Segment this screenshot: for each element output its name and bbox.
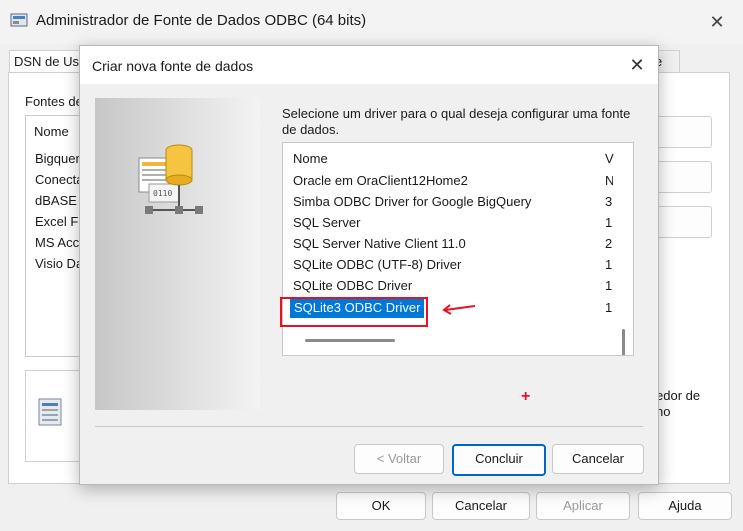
info-text-line1: edor de	[656, 388, 701, 403]
data-sources-label: Fontes de	[25, 94, 83, 109]
driver-row-version: 1	[605, 278, 613, 293]
driver-row-version: 1	[605, 257, 613, 272]
cancel-button[interactable]: Cancelar	[432, 492, 530, 520]
driver-row-version: 3	[605, 194, 613, 209]
dialog-titlebar: Criar nova fonte de dados ✕	[80, 46, 658, 84]
red-arrow-icon	[442, 304, 476, 315]
dialog-cancel-button[interactable]: Cancelar	[552, 444, 644, 474]
add-button[interactable]	[652, 116, 712, 148]
info-box	[25, 370, 87, 462]
remove-button[interactable]	[652, 161, 712, 193]
driver-row-name[interactable]: SQLite ODBC (UTF-8) Driver	[293, 255, 461, 275]
main-titlebar: Administrador de Fonte de Dados ODBC (64…	[0, 0, 743, 44]
driver-row-version: N	[605, 171, 613, 191]
database-driver-icon: 0110	[138, 144, 203, 214]
tab-user-dsn-label: DSN de Us	[14, 54, 80, 69]
dialog-divider	[95, 426, 643, 427]
ok-button[interactable]: OK	[336, 492, 426, 520]
create-data-source-dialog: Criar nova fonte de dados ✕ 0110 Selecio…	[79, 45, 659, 485]
configure-button[interactable]	[652, 206, 712, 238]
tab-user-dsn[interactable]: DSN de Us	[9, 50, 89, 73]
main-window-title: Administrador de Fonte de Dados ODBC (64…	[36, 12, 367, 29]
cursor-plus-mark: +	[521, 388, 531, 405]
svg-text:0110: 0110	[153, 189, 172, 198]
selection-highlight-box	[280, 297, 428, 327]
driver-row-version: 1	[605, 215, 613, 230]
list-item[interactable]: Conecta	[35, 172, 83, 187]
main-close-icon[interactable]: ✕	[704, 10, 730, 34]
back-button: < Voltar	[354, 444, 444, 474]
list-item[interactable]: Bigquer	[35, 151, 80, 166]
driver-row-name[interactable]: Oracle em OraClient12Home2	[293, 171, 468, 191]
vertical-scrollbar[interactable]	[622, 329, 625, 355]
odbc-app-icon	[10, 13, 28, 27]
list-item[interactable]: Visio Da	[35, 256, 83, 271]
list-item[interactable]: dBASE	[35, 193, 77, 208]
wizard-side-panel: 0110	[95, 98, 260, 410]
horizontal-scrollbar[interactable]	[305, 339, 395, 342]
dialog-close-icon[interactable]: ✕	[624, 53, 650, 77]
driver-row-name[interactable]: SQL Server Native Client 11.0	[293, 234, 466, 254]
list-item[interactable]: Excel Fi	[35, 214, 81, 229]
driver-row-name[interactable]: SQLite ODBC Driver	[293, 276, 412, 296]
driver-row-version: 1	[605, 300, 613, 315]
driver-row-name[interactable]: Simba ODBC Driver for Google BigQuery	[293, 192, 531, 212]
dialog-title: Criar nova fonte de dados	[92, 58, 254, 74]
list-item[interactable]: MS Acc	[35, 235, 79, 250]
column-header-name[interactable]: Nome	[293, 151, 328, 166]
info-text-line2: no	[656, 404, 671, 419]
finish-button[interactable]: Concluir	[452, 444, 546, 476]
info-text: edor de no	[656, 388, 700, 420]
data-source-info-icon	[38, 398, 62, 426]
help-button[interactable]: Ajuda	[638, 492, 732, 520]
list-header-name: Nome	[34, 124, 69, 139]
driver-prompt: Selecione um driver para o qual deseja c…	[282, 106, 631, 137]
driver-row-version: 2	[605, 236, 613, 251]
column-header-version[interactable]: V	[605, 151, 615, 166]
apply-button: Aplicar	[536, 492, 630, 520]
driver-row-name[interactable]: SQL Server	[293, 213, 360, 233]
user-dsn-list[interactable]: Nome Bigquer Conecta dBASE Excel Fi MS A…	[25, 115, 87, 357]
